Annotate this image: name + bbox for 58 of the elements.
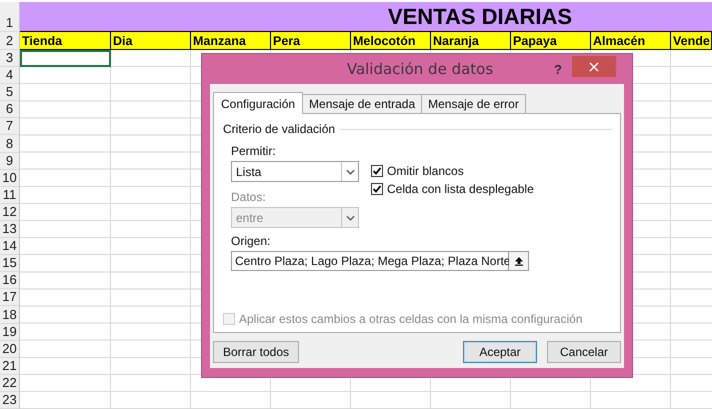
field-label: Permitir: [231, 144, 277, 158]
dialog-button[interactable]: Aceptar [463, 341, 537, 363]
dialog-button[interactable]: Cancelar [547, 341, 621, 363]
section-label: Criterio de validación [223, 122, 336, 136]
row-number: 6 [0, 101, 20, 118]
header-cell: Melocotón [351, 32, 431, 50]
checkbox[interactable] [371, 165, 383, 177]
dropdown[interactable]: Lista [231, 161, 359, 182]
checkbox[interactable] [371, 183, 383, 195]
row-number: 15 [0, 255, 20, 272]
checkbox-label: Omitir blancos [387, 164, 464, 178]
row-number: 18 [0, 306, 20, 324]
header-cell: Papaya [511, 32, 591, 50]
row-number: 2 [0, 32, 20, 50]
field-label: Datos: [231, 190, 267, 204]
sheet-title: VENTAS DIARIAS [20, 2, 712, 32]
header-cell: Almacén [591, 32, 671, 50]
header-cell: Manzana [191, 32, 271, 50]
chevron-icon [346, 214, 354, 220]
field-label: Origen: [231, 234, 272, 248]
dialog-button[interactable]: Borrar todos [213, 341, 300, 363]
dialog-title: Validación de datos [346, 60, 494, 78]
row-number: 23 [0, 392, 20, 409]
row-number: 17 [0, 289, 20, 306]
row-number: 4 [0, 67, 20, 84]
tab[interactable]: Mensaje de entrada [302, 94, 422, 113]
row-number: 5 [0, 84, 20, 102]
row-number: 21 [0, 358, 20, 375]
selected-cell[interactable] [20, 50, 111, 68]
row-number: 1 [0, 2, 20, 32]
row-number: 22 [0, 374, 20, 392]
collapse-button[interactable] [509, 251, 529, 271]
header-cell: Tienda [20, 32, 111, 50]
row-number: 10 [0, 170, 20, 187]
header-cell: Dia [111, 32, 191, 50]
checkbox-label: Celda con lista desplegable [387, 182, 534, 196]
header-cell: Vende [671, 32, 712, 50]
row-number: 9 [0, 152, 20, 170]
row-number: 19 [0, 324, 20, 341]
row-number: 16 [0, 272, 20, 290]
row-number: 3 [0, 50, 20, 68]
header-cell: Naranja [431, 32, 511, 50]
chevron-icon [346, 168, 354, 174]
help-button[interactable]: ? [548, 62, 568, 76]
header-cell: Pera [271, 32, 351, 50]
tab[interactable]: Mensaje de error [421, 94, 526, 113]
source-field[interactable]: Centro Plaza; Lago Plaza; Mega Plaza; Plaza Norte [231, 251, 509, 271]
row-number: 12 [0, 204, 20, 221]
up-arrow-icon [514, 256, 524, 266]
row-number: 14 [0, 238, 20, 256]
row-number: 11 [0, 186, 20, 204]
checkbox-label: Aplicar estos cambios a otras celdas con la misma configuración [239, 312, 582, 326]
close-button[interactable]: × [572, 56, 616, 76]
row-number: 20 [0, 340, 20, 358]
row-number: 8 [0, 135, 20, 153]
row-number: 7 [0, 118, 20, 136]
row-number: 13 [0, 220, 20, 238]
tab[interactable]: Configuración [213, 92, 304, 114]
